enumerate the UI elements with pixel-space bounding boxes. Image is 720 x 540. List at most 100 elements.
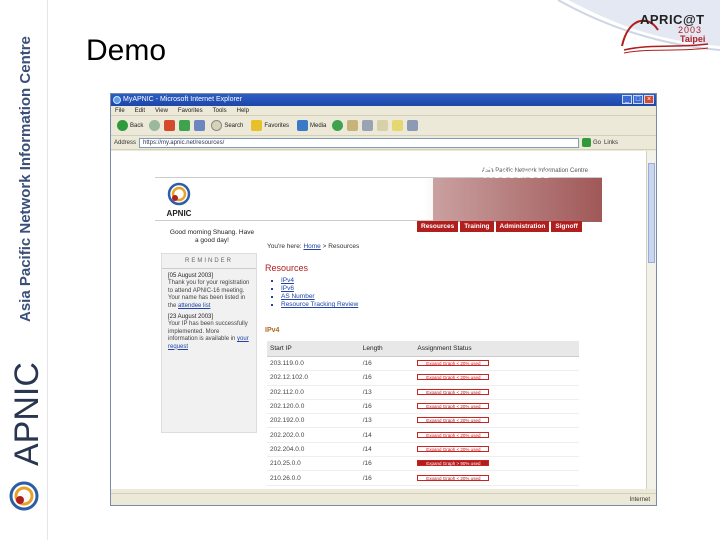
breadcrumb-prefix: You're here:	[267, 243, 302, 250]
reminder-text: Thank you for your registration to atten…	[162, 279, 256, 310]
cell-length: /16	[359, 356, 415, 372]
cell-start-ip: 202.192.0.0	[267, 413, 360, 429]
banner-title: Resources	[483, 165, 550, 181]
cell-length: /16	[359, 470, 415, 486]
scrollbar-thumb[interactable]	[648, 163, 655, 263]
vertical-scrollbar[interactable]	[646, 151, 656, 489]
col-assignment-status: Assignment Status	[414, 341, 579, 357]
cell-assignment-status: Expand Graph > 90% used	[414, 456, 579, 472]
go-button[interactable]: Go	[582, 138, 601, 147]
org-name-vertical: Asia Pacific Network Information Centre	[17, 36, 34, 322]
reminder-panel: REMINDER [05 August 2003] Thank you for …	[161, 253, 257, 433]
usage-graph-link[interactable]: Expand Graph < 20% used	[417, 403, 490, 410]
print-icon[interactable]	[362, 120, 374, 131]
links-label[interactable]: Links	[604, 140, 618, 146]
back-button[interactable]: Back	[115, 119, 145, 133]
menu-edit[interactable]: Edit	[135, 106, 145, 115]
cell-assignment-status: Expand Graph < 20% used	[414, 413, 579, 429]
col-start-ip: Start IP	[267, 341, 360, 357]
edit-icon[interactable]	[377, 120, 389, 131]
back-label: Back	[130, 122, 144, 129]
cell-length: /16	[359, 399, 415, 415]
cell-start-ip: 202.12.102.0	[267, 370, 360, 386]
table-header-row: Start IP Length Assignment Status	[267, 341, 579, 357]
refresh-icon[interactable]	[179, 120, 191, 131]
cell-start-ip: 202.202.0.0	[267, 427, 360, 443]
site-logo-text: APNIC	[167, 209, 192, 218]
reminder-link[interactable]: attendee list	[178, 303, 210, 309]
cell-start-ip: 202.120.0.0	[267, 399, 360, 415]
slide-title: Demo	[86, 34, 167, 67]
ipv4-table: Start IP Length Assignment Status 203.11…	[267, 341, 579, 486]
usage-graph-link[interactable]: Expand Graph < 20% used	[417, 360, 490, 367]
back-arrow-icon	[117, 120, 128, 131]
messenger-icon[interactable]	[407, 120, 419, 131]
link-resource-tracking[interactable]: Resource Tracking Review	[281, 301, 358, 309]
breadcrumb-home[interactable]: Home	[303, 243, 320, 250]
discuss-icon[interactable]	[392, 120, 404, 131]
usage-graph-link[interactable]: Expand Graph < 20% used	[417, 431, 490, 438]
link-ipv6[interactable]: IPv6	[281, 285, 358, 293]
mail-icon[interactable]	[347, 120, 359, 131]
table-row: 202.120.0.0/16 Expand Graph < 20% used	[267, 399, 579, 415]
usage-graph-link[interactable]: Expand Graph < 20% used	[417, 445, 490, 452]
browser-titlebar[interactable]: MyAPNIC - Microsoft Internet Explorer _ …	[111, 94, 656, 106]
history-icon[interactable]	[332, 120, 344, 131]
menu-help[interactable]: Help	[237, 106, 249, 115]
menu-view[interactable]: View	[155, 106, 168, 115]
cell-length: /13	[359, 413, 415, 429]
link-ipv4[interactable]: IPv4	[281, 277, 358, 285]
menu-tools[interactable]: Tools	[213, 106, 227, 115]
home-icon[interactable]	[194, 120, 206, 131]
nav-resources[interactable]: Resources	[417, 221, 459, 232]
menu-favorites[interactable]: Favorites	[178, 106, 203, 115]
media-label: Media	[310, 122, 327, 129]
minimize-button[interactable]: _	[622, 95, 632, 104]
address-input[interactable]: https://my.apnic.net/resources/	[139, 137, 580, 148]
apnic-logo-icon	[9, 481, 39, 511]
usage-graph-link[interactable]: Expand Graph < 20% used	[417, 474, 490, 481]
menu-file[interactable]: File	[115, 106, 125, 115]
usage-graph-link[interactable]: Expand Graph < 20% used	[417, 417, 490, 424]
resources-heading: Resources	[265, 263, 309, 273]
usage-graph-link[interactable]: Expand Graph < 20% used	[417, 374, 490, 381]
presentation-slide: Asia Pacific Network Information Centre …	[0, 0, 720, 540]
nav-training[interactable]: Training	[460, 221, 494, 232]
maximize-button[interactable]: □	[633, 95, 643, 104]
media-icon	[297, 120, 309, 131]
cell-length: /13	[359, 385, 415, 400]
col-length: Length	[359, 341, 415, 357]
table-row: 202.112.0.0/13 Expand Graph < 20% used	[267, 385, 579, 400]
cell-assignment-status: Expand Graph < 20% used	[414, 356, 579, 372]
cell-length: /16	[359, 456, 415, 472]
brand-sideband: Asia Pacific Network Information Centre …	[0, 0, 48, 540]
usage-graph-link[interactable]: Expand Graph < 20% used	[417, 388, 490, 395]
favorites-button[interactable]: Favorites	[249, 119, 291, 133]
org-name-text: Asia Pacific Network Information Centre	[17, 36, 34, 322]
table-body: 203.119.0.0/16 Expand Graph < 20% used 202…	[267, 356, 579, 486]
close-button[interactable]: ×	[644, 95, 654, 104]
forward-arrow-icon[interactable]	[149, 120, 161, 131]
reminder-body: Your IP has been successfully implemente…	[168, 321, 248, 342]
apnic-vertical: APNIC	[8, 362, 46, 466]
usage-graph-link[interactable]: Expand Graph > 90% used	[417, 460, 490, 467]
address-bar: Address https://my.apnic.net/resources/ …	[111, 136, 656, 150]
breadcrumb-separator: >	[322, 243, 327, 250]
cell-assignment-status: Expand Graph < 20% used	[414, 427, 579, 443]
stop-icon[interactable]	[164, 120, 176, 131]
cell-assignment-status: Expand Graph < 20% used	[414, 399, 579, 415]
breadcrumb-current: Resources	[328, 243, 360, 250]
window-controls: _ □ ×	[622, 95, 654, 104]
reminder-date: [23 August 2003]	[168, 314, 214, 320]
address-label: Address	[114, 139, 137, 146]
reminder-date: [05 August 2003]	[168, 273, 214, 279]
nav-signoff[interactable]: Signoff	[551, 221, 582, 232]
status-zone: Internet	[629, 497, 650, 503]
nav-administration[interactable]: Administration	[495, 221, 550, 232]
media-button[interactable]: Media	[295, 119, 328, 133]
cell-assignment-status: Expand Graph < 20% used	[414, 385, 579, 400]
apnic-site-logo-icon[interactable]: APNIC	[161, 180, 197, 220]
table-row: 202.192.0.0/13 Expand Graph < 20% used	[267, 413, 579, 429]
link-as-number[interactable]: AS Number	[281, 293, 358, 301]
search-button[interactable]: Search	[209, 119, 245, 133]
